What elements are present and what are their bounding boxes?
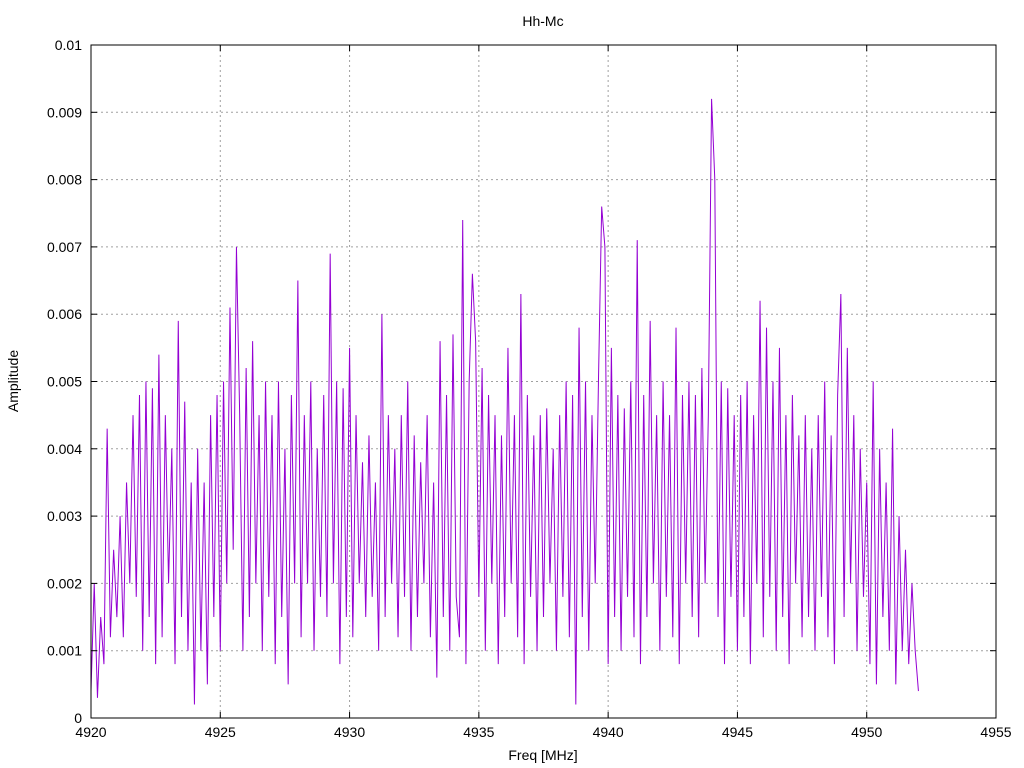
y-tick-label: 0.003 (47, 508, 82, 524)
y-tick-label: 0.006 (47, 306, 82, 322)
y-tick-label: 0.008 (47, 172, 82, 188)
amplitude-series-line (90, 98, 919, 705)
y-tick-label: 0.007 (47, 239, 82, 255)
y-tick-label: 0.005 (47, 374, 82, 390)
x-tick-label: 4945 (722, 724, 753, 740)
y-tick-label: 0.001 (47, 643, 82, 659)
x-tick-label: 4950 (851, 724, 882, 740)
x-tick-label: 4925 (205, 724, 236, 740)
series-layer (90, 98, 919, 705)
chart-title: Hh-Mc (522, 13, 563, 29)
y-tick-label: 0.01 (55, 37, 82, 53)
y-tick-label: 0.009 (47, 104, 82, 120)
y-axis-label: Amplitude (5, 350, 21, 412)
ticks: 4920 4925 4930 4935 4940 4945 4950 4955 0 0.001 0.… (47, 37, 1012, 740)
x-tick-label: 4930 (334, 724, 365, 740)
x-tick-label: 4955 (980, 724, 1011, 740)
chart: 4920 4925 4930 4935 4940 4945 4950 4955 0 0.001 0.… (5, 13, 1012, 763)
x-axis-label: Freq [MHz] (508, 747, 577, 763)
x-tick-label: 4940 (593, 724, 624, 740)
x-tick-label: 4935 (463, 724, 494, 740)
y-tick-label: 0.002 (47, 575, 82, 591)
y-tick-label: 0 (74, 710, 82, 726)
x-tick-label: 4920 (75, 724, 106, 740)
y-tick-label: 0.004 (47, 441, 82, 457)
